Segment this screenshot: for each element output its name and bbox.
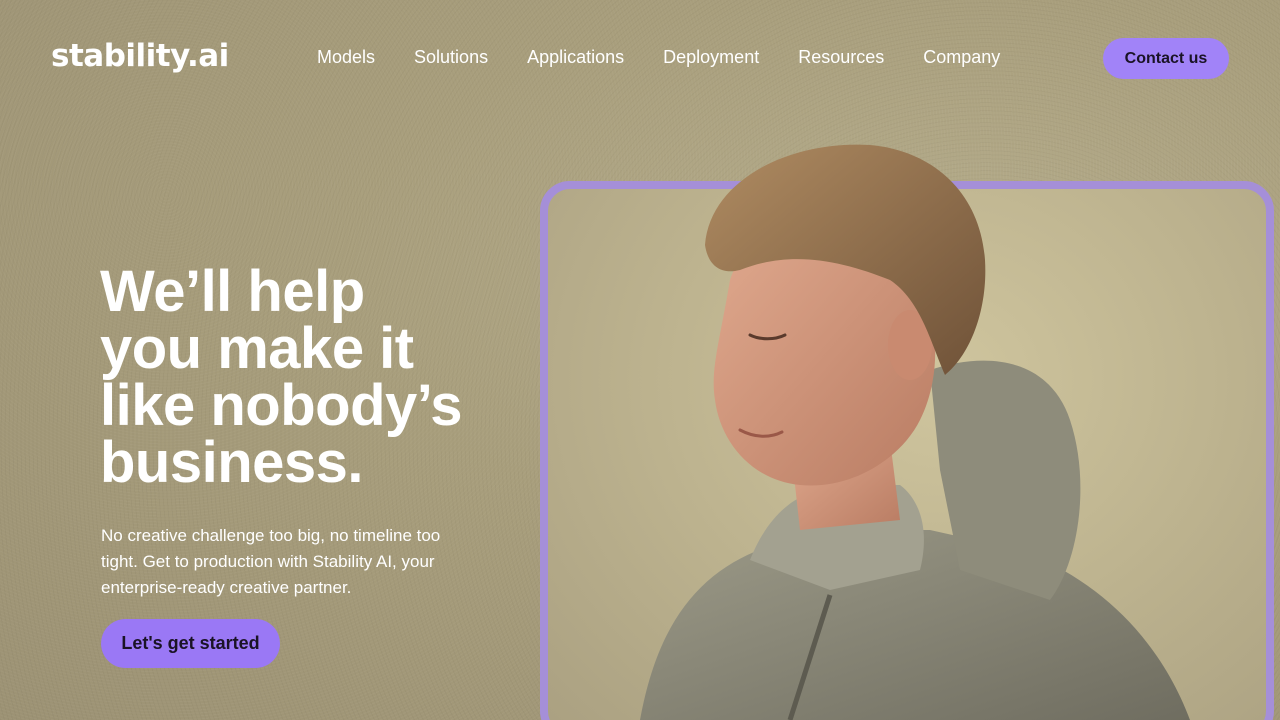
site-header: stability.ai Models Solutions Applicatio… <box>0 0 1280 116</box>
hero-title-line: business. <box>100 430 364 495</box>
hero-person-image <box>640 144 1190 720</box>
main-nav: Models Solutions Applications Deployment… <box>317 47 1000 68</box>
hero-subtitle: No creative challenge too big, no timeli… <box>101 526 441 597</box>
stability-logo[interactable]: stability.ai <box>51 38 229 74</box>
get-started-button[interactable]: Let's get started <box>101 619 280 668</box>
nav-item-resources[interactable]: Resources <box>798 47 884 68</box>
nav-item-applications[interactable]: Applications <box>527 47 624 68</box>
hero-title-line: you make it <box>100 316 414 381</box>
hero-title: We’ll help you make it like nobody’s bus… <box>100 259 520 495</box>
hero-title-line: like nobody’s <box>100 373 462 438</box>
nav-item-deployment[interactable]: Deployment <box>663 47 759 68</box>
hero-title-line: We’ll help <box>100 259 365 324</box>
contact-us-button[interactable]: Contact us <box>1103 38 1229 79</box>
nav-item-models[interactable]: Models <box>317 47 375 68</box>
nav-item-company[interactable]: Company <box>923 47 1000 68</box>
nav-item-solutions[interactable]: Solutions <box>414 47 488 68</box>
